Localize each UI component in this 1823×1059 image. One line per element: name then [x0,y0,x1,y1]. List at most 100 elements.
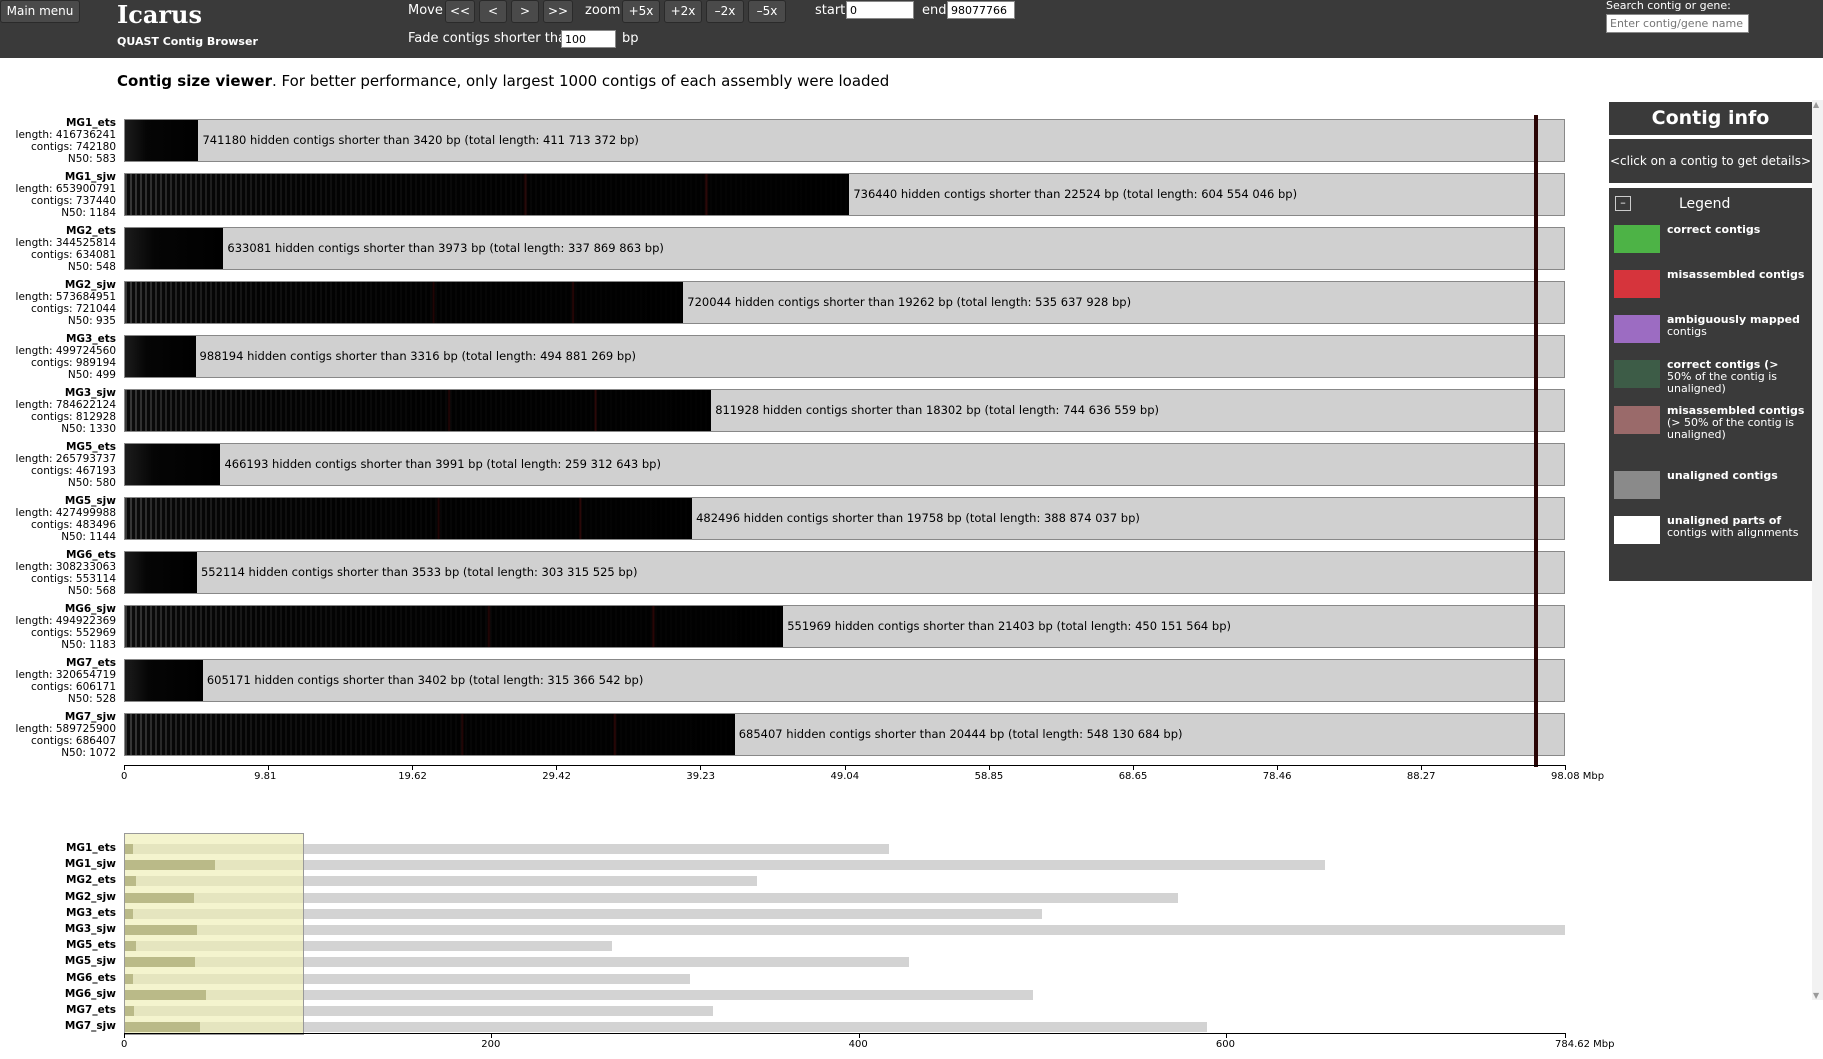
zoom-out-5x-button[interactable]: –5x [748,0,786,23]
assembly-track[interactable]: 811928 hidden contigs shorter than 18302… [124,389,1565,432]
overview-label: MG6_ets [65,971,116,984]
legend-swatch [1614,471,1660,499]
overview-bar[interactable] [124,860,1325,871]
assembly-name: MG7_sjw [64,711,116,723]
assembly-track[interactable]: 551969 hidden contigs shorter than 21403… [124,605,1565,648]
assembly-label: MG5_ets length: 265793737 contigs: 467193 N… [0,441,116,489]
overview-label: MG2_ets [65,874,116,887]
assembly-label: MG1_ets length: 416736241 contigs: 742180 N… [0,117,116,165]
viewer-title-rest: . For better performance, only largest 1… [271,72,890,90]
assembly-track[interactable]: 633081 hidden contigs shorter than 3973 … [124,227,1565,270]
legend-swatch [1614,225,1660,253]
tick-mark [412,765,414,770]
overview-tick-label: 784.62 Mbp [1555,1039,1615,1050]
contigs-block[interactable] [125,228,224,269]
contigs-block[interactable] [125,120,199,161]
assembly-length: length: 499724560 [15,345,116,357]
assembly-name: MG1_sjw [64,171,116,183]
overview-tick-mark [858,1033,860,1038]
legend-swatch [1614,315,1660,343]
legend-swatch [1614,406,1660,434]
contigs-block[interactable] [125,714,735,755]
overview-tick-label: 600 [1215,1039,1236,1050]
contigs-block[interactable] [125,498,693,539]
page-scrollbar[interactable]: ▲ ▼ [1812,100,1823,1000]
overview-bar[interactable] [124,925,1565,935]
scroll-up-icon[interactable]: ▲ [1813,100,1819,109]
end-input[interactable] [947,1,1015,19]
assembly-contigs: contigs: 467193 [31,465,116,477]
zoom-in-5x-button[interactable]: +5x [622,0,660,23]
overview-brush-selection[interactable] [124,833,305,1035]
assembly-n50: N50: 1183 [61,639,116,651]
contigs-block[interactable] [125,444,221,485]
zoom-in-2x-button[interactable]: +2x [664,0,702,23]
tick-label: 39.23 [686,771,716,782]
assembly-track[interactable]: 482496 hidden contigs shorter than 19758… [124,497,1565,540]
start-input[interactable] [846,1,914,19]
overview-label: MG6_sjw [64,987,116,1000]
contigs-block[interactable] [125,336,196,377]
assembly-track[interactable]: 988194 hidden contigs shorter than 3316 … [124,335,1565,378]
contigs-block[interactable] [125,660,203,701]
assembly-contigs: contigs: 606171 [31,681,116,693]
assembly-contigs: contigs: 742180 [31,141,116,153]
move-far-left-button[interactable]: << [445,0,475,23]
assembly-track[interactable]: 720044 hidden contigs shorter than 19262… [124,281,1565,324]
legend-swatch [1614,360,1660,388]
assembly-track[interactable]: 605171 hidden contigs shorter than 3402 … [124,659,1565,702]
legend-swatch [1614,270,1660,298]
hidden-contigs-note: 552114 hidden contigs shorter than 3533 … [200,565,638,579]
contigs-block[interactable] [125,390,712,431]
tick-mark [268,765,270,770]
app-title: Icarus [117,0,202,29]
fade-label: Fade contigs shorter than [408,31,575,46]
assembly-track[interactable]: 552114 hidden contigs shorter than 3533 … [124,551,1565,594]
legend-text-bold: correct contigs [1667,223,1761,236]
tick-mark [1420,765,1422,770]
assembly-track[interactable]: 466193 hidden contigs shorter than 3991 … [124,443,1565,486]
assembly-n50: N50: 568 [67,585,116,597]
assembly-n50: N50: 1184 [61,207,116,219]
assembly-contigs: contigs: 553114 [31,573,116,585]
overview-label: MG5_sjw [64,955,116,968]
viewer-title-bold: Contig size viewer [117,72,272,90]
contig-info-hint: <click on a contig to get details> [1609,139,1812,183]
assembly-n50: N50: 583 [67,153,116,165]
assembly-n50: N50: 1144 [61,531,116,543]
scroll-down-icon[interactable]: ▼ [1813,991,1819,1000]
overview-axis-line [124,1033,1565,1034]
legend-text: unaligned parts of contigs with alignment… [1667,515,1809,539]
zoom-out-2x-button[interactable]: –2x [706,0,744,23]
overview-tick-mark [1565,1033,1566,1038]
assembly-length: length: 344525814 [15,237,116,249]
search-label: Search contig or gene: [1606,0,1731,12]
assembly-track[interactable]: 685407 hidden contigs shorter than 20444… [124,713,1565,756]
contigs-block[interactable] [125,174,850,215]
overview-tick-mark [1225,1033,1227,1038]
assembly-track[interactable]: 741180 hidden contigs shorter than 3420 … [124,119,1565,162]
move-far-right-button[interactable]: >> [543,0,573,23]
fade-threshold-input[interactable] [561,30,616,48]
overview-tick-label: 400 [848,1039,868,1050]
assembly-track[interactable]: 736440 hidden contigs shorter than 22524… [124,173,1565,216]
move-left-button[interactable]: < [479,0,507,23]
hidden-contigs-note: 720044 hidden contigs shorter than 19262… [687,295,1132,309]
contigs-block[interactable] [125,606,784,647]
overview-label: MG1_ets [65,842,116,854]
contigs-block[interactable] [125,282,684,323]
tick-label: 9.81 [254,771,277,782]
assembly-label: MG7_ets length: 320654719 contigs: 606171 N… [0,657,116,705]
search-input[interactable] [1606,14,1749,33]
move-right-button[interactable]: > [511,0,539,23]
tick-label: 19.62 [398,771,427,782]
overview-label: MG7_sjw [64,1020,116,1033]
assembly-length: length: 653900791 [15,183,116,195]
legend-text: unaligned contigs [1667,470,1809,482]
assembly-name: MG2_ets [65,225,116,237]
legend-collapse-button[interactable]: – [1615,196,1631,211]
assembly-name: MG3_ets [65,333,116,345]
main-menu-button[interactable]: Main menu [0,0,80,23]
hidden-contigs-note: 811928 hidden contigs shorter than 18302… [715,403,1159,417]
contigs-block[interactable] [125,552,197,593]
